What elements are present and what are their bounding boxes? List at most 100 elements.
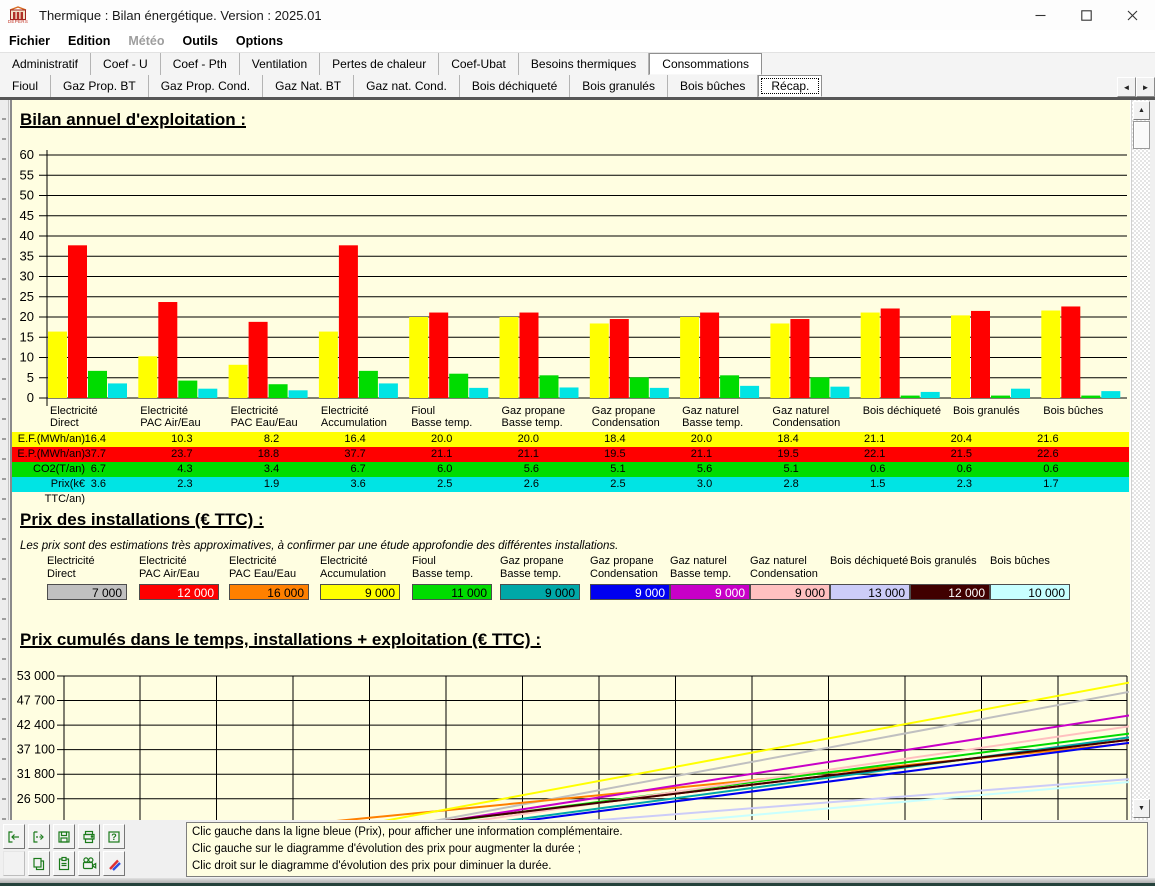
close-icon: [1127, 10, 1138, 21]
bar-prix-k-ttc-an-10: [1011, 389, 1030, 398]
table-cell: 2.5: [372, 477, 452, 492]
menu-edition[interactable]: Edition: [59, 32, 119, 50]
save-button[interactable]: [53, 824, 75, 849]
table-row-e-f-mwh-an: E.F.(MWh/an)16.410.38.216.420.020.018.42…: [12, 432, 1129, 447]
table-cell: 10.3: [113, 432, 193, 447]
svg-text:37 100: 37 100: [17, 743, 55, 757]
bar-e-f-mwh-an-2: [229, 365, 248, 398]
subtab-gaz-prop-bt[interactable]: Gaz Prop. BT: [51, 75, 149, 97]
taskbar-sliver: [0, 878, 1155, 886]
bar-co2-t-an-8: [810, 377, 829, 398]
menu-fichier[interactable]: Fichier: [0, 32, 59, 50]
tab-coef-pth[interactable]: Coef - Pth: [161, 53, 240, 75]
bar-co2-t-an-11: [1081, 396, 1100, 398]
bar-prix-k-ttc-an-0: [108, 383, 127, 398]
bar-category-label: Fioul: [411, 405, 435, 417]
table-row-co2-t-an: CO2(T/an)6.74.33.46.76.05.65.15.65.10.60…: [12, 462, 1129, 477]
subtab-fioul[interactable]: Fioul: [0, 75, 51, 97]
table-cell: 37.7: [286, 447, 366, 462]
installation-label-gaz-naturel-basse-temp: Gaz naturelBasse temp.: [670, 555, 731, 581]
recap-panel: Bilan annuel d'exploitation : 0510152025…: [10, 100, 1131, 820]
tab-coef-u[interactable]: Coef - U: [91, 53, 161, 75]
subtab-recap[interactable]: Récap.: [758, 75, 822, 97]
minimize-button[interactable]: [1017, 0, 1063, 30]
maximize-button[interactable]: [1063, 0, 1109, 30]
installation-label-electricite-pac-eau-eau: ElectricitéPAC Eau/Eau: [229, 555, 296, 581]
menu-outils[interactable]: Outils: [173, 32, 226, 50]
subtab-bois-dechiquete[interactable]: Bois déchiqueté: [460, 75, 570, 97]
window-title: Thermique : Bilan énergétique. Version :…: [39, 8, 322, 23]
installation-label-fioul-basse-temp: FioulBasse temp.: [412, 555, 473, 581]
installation-label-bois-dechiquete: Bois déchiqueté: [830, 555, 908, 568]
tab-pertes-de-chaleur[interactable]: Pertes de chaleur: [320, 53, 439, 75]
bar-e-p-mwh-an-7: [700, 313, 719, 398]
svg-text:0: 0: [27, 390, 34, 405]
table-cell: 20.0: [372, 432, 452, 447]
subtab-gaz-prop-cond[interactable]: Gaz Prop. Cond.: [149, 75, 263, 97]
bar-e-f-mwh-an-7: [680, 317, 699, 398]
import-button[interactable]: [3, 824, 25, 849]
menu-meteo[interactable]: Météo: [119, 32, 173, 50]
export-icon: [31, 829, 47, 845]
subtab-gaz-nat-cond[interactable]: Gaz nat. Cond.: [354, 75, 460, 97]
bar-e-f-mwh-an-3: [319, 332, 338, 398]
installation-label-bois-granules: Bois granulés: [910, 555, 977, 568]
bar-prix-k-ttc-an-4: [469, 388, 488, 398]
price-line-gaz-naturel-basse-temp[interactable]: [67, 715, 1129, 820]
price-evolution-chart[interactable]: 53 00047 70042 40037 10031 80026 500: [12, 640, 1129, 820]
tab-scroll-left-button[interactable]: ◄: [1117, 77, 1136, 97]
price-line-fioul-basse-temp[interactable]: [67, 733, 1129, 820]
copy-button[interactable]: [28, 851, 50, 876]
price-line-bois-dechiquete[interactable]: [67, 779, 1129, 820]
arrow-right-icon: ►: [1142, 83, 1150, 92]
arrow-left-icon: ◄: [1123, 83, 1131, 92]
status-box: Clic gauche dans la ligne bleue (Prix), …: [186, 822, 1148, 877]
toolbar: ?: [3, 824, 183, 878]
bar-co2-t-an-7: [720, 375, 739, 398]
primary-tab-bar: AdministratifCoef - UCoef - PthVentilati…: [0, 52, 1155, 75]
price-line-electricite-direct[interactable]: [67, 691, 1129, 820]
table-cell: 0.6: [979, 462, 1059, 477]
table-row-prix-k-ttc-an[interactable]: Prix(k€ TTC/an)3.62.31.93.62.52.62.53.02…: [12, 477, 1129, 492]
bar-co2-t-an-6: [630, 377, 649, 398]
installation-prices: ElectricitéDirect7 000ElectricitéPAC Air…: [12, 552, 1129, 612]
menu-options[interactable]: Options: [227, 32, 292, 50]
print-icon: [81, 829, 97, 845]
tab-besoins-thermiques[interactable]: Besoins thermiques: [519, 53, 649, 75]
scroll-down-button[interactable]: ▼: [1133, 799, 1150, 818]
bar-prix-k-ttc-an-8: [830, 387, 849, 398]
tab-ventilation[interactable]: Ventilation: [240, 53, 320, 75]
export-button[interactable]: [28, 824, 50, 849]
scroll-up-button[interactable]: ▲: [1133, 101, 1150, 120]
price-line-bois-buches[interactable]: [67, 782, 1129, 820]
bar-co2-t-an-3: [359, 371, 378, 398]
subtab-bois-buches[interactable]: Bois bûches: [668, 75, 758, 97]
bar-category-label: Gaz naturel: [682, 405, 739, 417]
table-cell: 19.5: [546, 447, 626, 462]
status-line: Clic droit sur le diagramme d'évolution …: [192, 858, 1142, 875]
tab-scroll-right-button[interactable]: ►: [1136, 77, 1155, 97]
video-button[interactable]: [78, 851, 100, 876]
draw-button[interactable]: [103, 851, 125, 876]
vertical-scrollbar[interactable]: ▲ ▼: [1131, 100, 1150, 820]
help-button[interactable]: ?: [103, 824, 125, 849]
bar-category-label: Bois bûches: [1043, 405, 1103, 417]
tab-consommations[interactable]: Consommations: [649, 53, 762, 75]
subtab-bois-granules[interactable]: Bois granulés: [570, 75, 668, 97]
save-icon: [56, 829, 72, 845]
tab-coef-ubat[interactable]: Coef-Ubat: [439, 53, 519, 75]
subtab-gaz-nat-bt[interactable]: Gaz Nat. BT: [263, 75, 354, 97]
bar-e-p-mwh-an-11: [1061, 306, 1080, 398]
paste-button[interactable]: [53, 851, 75, 876]
bar-e-f-mwh-an-9: [861, 313, 880, 398]
blank-button[interactable]: [3, 851, 25, 876]
tab-administratif[interactable]: Administratif: [0, 53, 91, 75]
close-button[interactable]: [1109, 0, 1155, 30]
price-line-electricite-accumulation[interactable]: [67, 682, 1129, 820]
table-cell: 37.7: [26, 447, 106, 462]
scrollbar-thumb[interactable]: [1133, 121, 1150, 149]
print-button[interactable]: [78, 824, 100, 849]
table-cell: 1.5: [805, 477, 885, 492]
svg-text:5: 5: [27, 370, 34, 385]
bar-chart: 051015202530354045505560ElectricitéDirec…: [12, 140, 1129, 436]
